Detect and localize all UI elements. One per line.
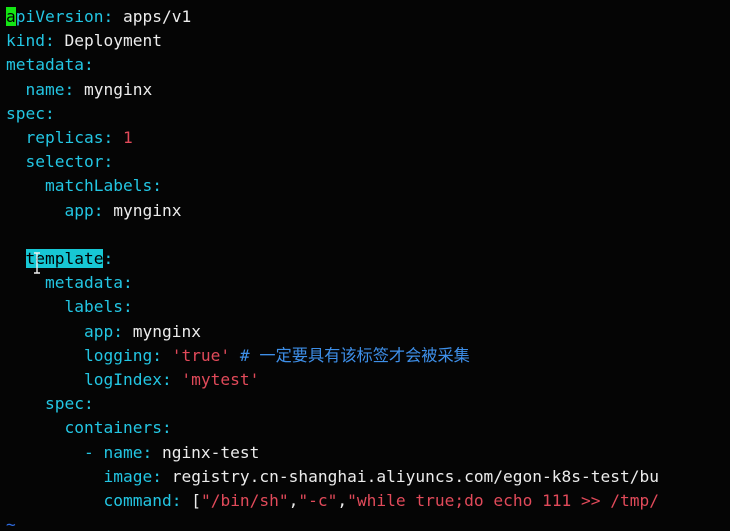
yaml-colon: : (103, 128, 114, 147)
yaml-key: app (83, 321, 114, 341)
yaml-key: selector (25, 152, 104, 172)
yaml-key: replicas (25, 128, 104, 147)
yaml-string: "-c" (298, 491, 338, 510)
yaml-line[interactable]: matchLabels: (6, 174, 162, 198)
yaml-key: command (103, 491, 172, 510)
yaml-colon: : (152, 176, 162, 196)
yaml-value: mynginx (74, 79, 153, 99)
block-cursor: a (6, 7, 16, 26)
yaml-line[interactable]: name: mynginx (6, 78, 153, 102)
yaml-line[interactable]: selector: (6, 150, 114, 174)
yaml-key: logging (83, 345, 153, 365)
yaml-key: spec (6, 103, 45, 123)
yaml-key: logIndex (83, 370, 162, 389)
yaml-number: 1 (113, 128, 133, 147)
yaml-key: piVersion (15, 7, 104, 26)
yaml-key: spec (44, 394, 84, 414)
yaml-colon: : (152, 466, 162, 486)
yaml-value: [ (181, 491, 201, 510)
yaml-line[interactable]: spec: (6, 392, 94, 416)
yaml-colon: : (171, 491, 182, 510)
yaml-colon: : (83, 394, 94, 414)
yaml-string: 'true' (161, 345, 231, 365)
yaml-colon: : (103, 152, 114, 172)
yaml-value: mynginx (103, 200, 182, 220)
yaml-colon: : (161, 418, 172, 438)
yaml-line[interactable]: kind: Deployment (6, 29, 162, 53)
yaml-key: metadata (6, 55, 84, 75)
yaml-comment: # 一定要具有该标签才会被采集 (230, 345, 470, 365)
yaml-colon: : (83, 55, 94, 75)
yaml-value: apps/v1 (113, 7, 192, 26)
yaml-line[interactable]: template: (6, 247, 113, 271)
text-cursor-icon (34, 252, 40, 274)
yaml-key: containers (64, 418, 162, 438)
yaml-line[interactable]: - name: nginx-test (6, 441, 259, 465)
yaml-colon: : (122, 273, 133, 293)
vim-editor[interactable]: apiVersion: apps/v1 kind: Deployment metad… (0, 0, 730, 531)
yaml-key: metadata (44, 273, 123, 293)
yaml-key: kind (6, 31, 45, 51)
yaml-line[interactable]: replicas: 1 (6, 126, 133, 150)
yaml-key: matchLabels (44, 176, 153, 196)
separator: , (288, 491, 299, 510)
yaml-line[interactable]: containers: (6, 416, 172, 440)
yaml-line[interactable]: app: mynginx (6, 320, 201, 344)
yaml-line[interactable]: metadata: (6, 53, 94, 77)
yaml-colon: : (103, 7, 114, 26)
yaml-string: "while true;do echo 111 >> /tmp/ (347, 491, 660, 510)
yaml-colon: : (103, 249, 114, 268)
yaml-line[interactable]: spec: (6, 102, 55, 126)
yaml-line[interactable]: apiVersion: apps/v1 (6, 5, 191, 29)
yaml-value: nginx-test (152, 442, 260, 462)
yaml-key: name (25, 79, 65, 99)
yaml-colon: : (122, 297, 133, 317)
yaml-line[interactable]: labels: (6, 295, 133, 319)
yaml-value: mynginx (122, 321, 201, 341)
yaml-colon: : (142, 442, 153, 462)
yaml-string: 'mytest' (171, 370, 260, 389)
yaml-line[interactable]: image: registry.cn-shanghai.aliyuncs.com… (6, 465, 659, 489)
separator: , (337, 491, 348, 510)
end-of-buffer-tilde: ~ (6, 515, 16, 531)
yaml-key: image (103, 466, 153, 486)
yaml-colon: : (64, 79, 75, 99)
yaml-string: "/bin/sh" (200, 491, 289, 510)
yaml-colon: : (44, 31, 55, 51)
yaml-line[interactable]: app: mynginx (6, 199, 181, 223)
yaml-line[interactable]: command: ["/bin/sh","-c","while true;do … (6, 489, 659, 513)
yaml-key: name (103, 442, 143, 462)
yaml-colon: : (113, 321, 123, 341)
yaml-value: Deployment (54, 31, 162, 51)
yaml-key: labels (64, 297, 123, 317)
yaml-colon: : (161, 370, 172, 389)
yaml-line[interactable]: logging: 'true' # 一定要具有该标签才会被采集 (6, 344, 470, 368)
yaml-colon: : (152, 345, 162, 365)
yaml-value: registry.cn-shanghai.aliyuncs.com/egon-k… (161, 466, 659, 486)
yaml-line[interactable]: logIndex: 'mytest' (6, 368, 259, 392)
list-dash: - (83, 442, 104, 462)
yaml-key: app (64, 200, 94, 220)
yaml-colon: : (44, 103, 55, 123)
yaml-line[interactable]: metadata: (6, 271, 133, 295)
